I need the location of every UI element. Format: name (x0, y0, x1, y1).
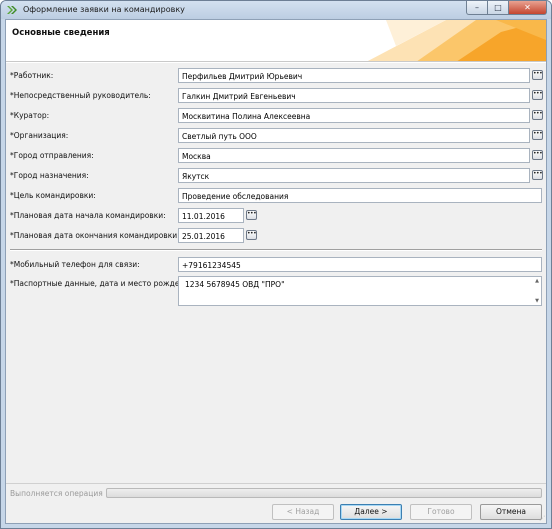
organization-field[interactable]: Светлый путь ООО (178, 128, 530, 143)
cancel-button[interactable]: Отмена (480, 504, 542, 520)
app-chevron-icon (7, 6, 17, 14)
done-button[interactable]: Готово (410, 504, 472, 520)
date-start-label: *Плановая дата начала командировки: (10, 211, 166, 220)
employee-lookup-button[interactable]: ••• (532, 70, 543, 80)
passport-label: *Паспортные данные, дата и место рождени… (10, 279, 197, 288)
scroll-up-icon[interactable]: ▲ (535, 278, 539, 284)
row-curator: *Куратор: Москвитина Полина Алексеевна •… (6, 108, 546, 124)
organization-label: *Организация: (10, 131, 69, 140)
city-from-field[interactable]: Москва (178, 148, 530, 163)
city-to-label: *Город назначения: (10, 171, 89, 180)
maximize-button[interactable]: □ (488, 1, 509, 15)
row-phone: *Мобильный телефон для связи: +791612345… (6, 257, 546, 273)
minimize-button[interactable]: – (466, 1, 488, 15)
date-end-label: *Плановая дата окончания командировки: (10, 231, 180, 240)
close-button[interactable]: ✕ (509, 1, 547, 15)
window-title: Оформление заявки на командировку (23, 5, 185, 14)
next-button[interactable]: Далее > (340, 504, 402, 520)
phone-label: *Мобильный телефон для связи: (10, 260, 140, 269)
manager-lookup-button[interactable]: ••• (532, 90, 543, 100)
purpose-label: *Цель командировки: (10, 191, 96, 200)
passport-text: 1234 5678945 ОВД "ПРО" (185, 280, 285, 289)
purpose-input[interactable]: Проведение обследования (178, 188, 542, 203)
wizard-footer: Выполняется операция < Назад Далее > Гот… (6, 483, 546, 523)
curator-label: *Куратор: (10, 111, 50, 120)
row-date-end: *Плановая дата окончания командировки: 2… (6, 228, 546, 244)
row-purpose: *Цель командировки: Проведение обследова… (6, 188, 546, 204)
organization-lookup-button[interactable]: ••• (532, 130, 543, 140)
row-manager: *Непосредственный руководитель: Галкин Д… (6, 88, 546, 104)
curator-lookup-button[interactable]: ••• (532, 110, 543, 120)
passport-textarea[interactable]: 1234 5678945 ОВД "ПРО" ▲ ▼ (178, 276, 542, 306)
row-organization: *Организация: Светлый путь ООО ••• (6, 128, 546, 144)
form-area: *Работник: Перфильев Дмитрий Юрьевич •••… (6, 63, 546, 483)
row-passport: *Паспортные данные, дата и место рождени… (6, 276, 546, 308)
city-to-lookup-button[interactable]: ••• (532, 170, 543, 180)
manager-field[interactable]: Галкин Дмитрий Евгеньевич (178, 88, 530, 103)
curator-field[interactable]: Москвитина Полина Алексеевна (178, 108, 530, 123)
date-start-input[interactable]: 11.01.2016 (178, 208, 244, 223)
city-from-label: *Город отправления: (10, 151, 94, 160)
scroll-down-icon[interactable]: ▼ (535, 298, 539, 304)
employee-label: *Работник: (10, 71, 54, 80)
phone-input[interactable]: +79161234545 (178, 257, 542, 272)
date-start-calendar-button[interactable]: ••• (246, 210, 257, 220)
section-divider (10, 249, 542, 251)
row-city-to: *Город назначения: Якутск ••• (6, 168, 546, 184)
step-banner: Основные сведения (6, 20, 546, 62)
row-date-start: *Плановая дата начала командировки: 11.0… (6, 208, 546, 224)
banner-decoration-image (367, 20, 546, 61)
row-employee: *Работник: Перфильев Дмитрий Юрьевич ••• (6, 68, 546, 84)
title-bar[interactable]: Оформление заявки на командировку – □ ✕ (1, 1, 551, 19)
city-to-field[interactable]: Якутск (178, 168, 530, 183)
back-button[interactable]: < Назад (272, 504, 334, 520)
row-city-from: *Город отправления: Москва ••• (6, 148, 546, 164)
date-end-input[interactable]: 25.01.2016 (178, 228, 244, 243)
employee-field[interactable]: Перфильев Дмитрий Юрьевич (178, 68, 530, 83)
date-end-calendar-button[interactable]: ••• (246, 230, 257, 240)
city-from-lookup-button[interactable]: ••• (532, 150, 543, 160)
progress-bar (106, 488, 542, 498)
step-title: Основные сведения (12, 28, 110, 38)
wizard-client: Основные сведения *Работник: Перфильев Д… (5, 19, 547, 524)
wizard-window: Оформление заявки на командировку – □ ✕ … (0, 0, 552, 529)
progress-label: Выполняется операция (10, 489, 103, 498)
manager-label: *Непосредственный руководитель: (10, 91, 151, 100)
resize-grip-icon[interactable]: ⋰ (539, 515, 545, 522)
